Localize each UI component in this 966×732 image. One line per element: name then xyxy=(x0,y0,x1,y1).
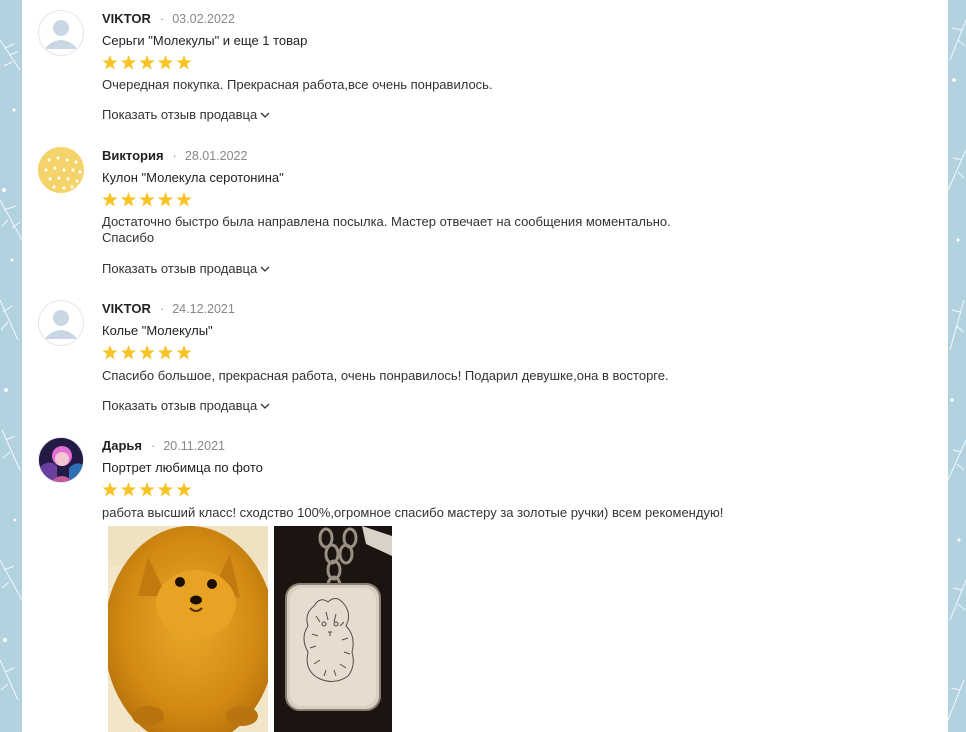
review-text: Очередная покупка. Прекрасная работа,все… xyxy=(102,77,493,92)
review-header: Дарья · 20.11.2021 xyxy=(102,438,225,454)
pomeranian-dog-photo[interactable] xyxy=(108,526,268,732)
reviewer-name[interactable]: Дарья xyxy=(102,438,142,453)
engraved-pendant-photo[interactable] xyxy=(274,526,392,732)
product-title[interactable]: Кулон "Молекула серотонина" xyxy=(102,170,284,185)
left-decor-border xyxy=(0,0,22,732)
review-text-line: Достаточно быстро была направлена посылк… xyxy=(102,214,671,229)
star-icon xyxy=(157,192,174,207)
default-avatar-icon[interactable] xyxy=(38,10,84,56)
review-date: 20.11.2021 xyxy=(163,439,225,453)
separator-dot: · xyxy=(151,438,156,453)
star-icon xyxy=(102,192,118,207)
show-seller-reply-label: Показать отзыв продавца xyxy=(102,398,258,413)
separator-dot: · xyxy=(172,148,177,163)
star-icon xyxy=(139,345,155,360)
star-icon xyxy=(157,55,174,70)
star-icon xyxy=(139,482,155,497)
review-header: VIKTOR · 03.02.2022 xyxy=(102,11,235,27)
yellow-dotted-avatar-icon[interactable] xyxy=(38,147,84,193)
reviewer-name[interactable]: VIKTOR xyxy=(102,301,151,316)
review-text: Спасибо большое, прекрасная работа, очен… xyxy=(102,368,669,383)
star-icon xyxy=(176,192,192,207)
review-date: 24.12.2021 xyxy=(172,302,235,316)
show-seller-reply-button[interactable]: Показать отзыв продавца xyxy=(102,107,270,122)
separator-dot: · xyxy=(159,11,165,26)
review-header: VIKTOR · 24.12.2021 xyxy=(102,301,235,317)
star-icon xyxy=(102,482,118,497)
show-seller-reply-button[interactable]: Показать отзыв продавца xyxy=(102,261,270,276)
review-text: работа высший класс! сходство 100%,огром… xyxy=(102,505,724,520)
review-date: 03.02.2022 xyxy=(172,12,235,26)
chevron-down-icon xyxy=(260,261,270,276)
review-date: 28.01.2022 xyxy=(184,149,248,163)
rating-stars xyxy=(102,55,192,71)
star-icon xyxy=(120,482,137,497)
review-text: Достаточно быстро была направлена посылк… xyxy=(102,214,742,246)
star-icon xyxy=(176,55,192,70)
show-seller-reply-label: Показать отзыв продавца xyxy=(102,107,258,122)
chevron-down-icon xyxy=(260,107,270,122)
star-icon xyxy=(157,482,174,497)
star-icon xyxy=(176,482,192,497)
star-icon xyxy=(102,345,118,360)
reviews-list: VIKTOR · 03.02.2022 Серьги "Молекулы" и ещ… xyxy=(22,0,948,732)
show-seller-reply-label: Показать отзыв продавца xyxy=(102,261,258,276)
review-text-line: Спасибо xyxy=(102,230,155,245)
rating-stars xyxy=(102,192,192,208)
product-title[interactable]: Портрет любимца по фото xyxy=(102,460,263,475)
reviewer-name[interactable]: VIKTOR xyxy=(102,11,151,26)
star-icon xyxy=(120,192,137,207)
product-title[interactable]: Колье "Молекулы" xyxy=(102,323,213,338)
star-icon xyxy=(139,55,155,70)
review-header: Виктория · 28.01.2022 xyxy=(102,148,247,164)
photo-avatar-icon[interactable] xyxy=(38,437,84,483)
show-seller-reply-button[interactable]: Показать отзыв продавца xyxy=(102,398,270,413)
star-icon xyxy=(157,345,174,360)
rating-stars xyxy=(102,482,192,498)
star-icon xyxy=(120,345,137,360)
star-icon xyxy=(176,345,192,360)
star-icon xyxy=(120,55,137,70)
right-decor-border xyxy=(948,0,966,732)
separator-dot: · xyxy=(159,301,165,316)
chevron-down-icon xyxy=(260,398,270,413)
default-avatar-icon[interactable] xyxy=(38,300,84,346)
star-icon xyxy=(139,192,155,207)
star-icon xyxy=(102,55,118,70)
rating-stars xyxy=(102,345,192,361)
reviewer-name[interactable]: Виктория xyxy=(102,148,164,163)
product-title[interactable]: Серьги "Молекулы" и еще 1 товар xyxy=(102,33,307,48)
